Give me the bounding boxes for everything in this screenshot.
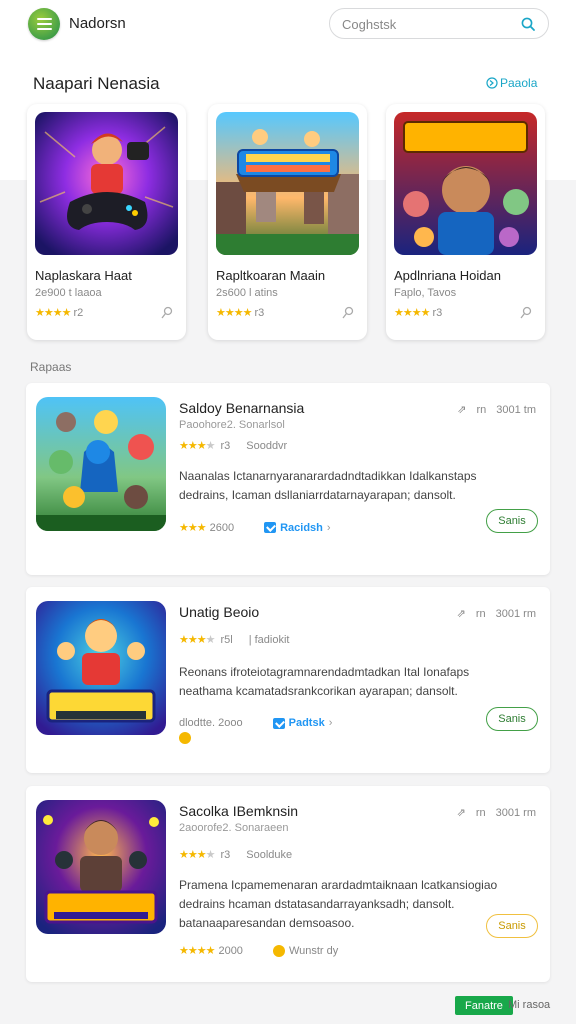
featured-title-text: Rapltkoaran Maain	[216, 268, 326, 283]
item-tag: Sooddvr	[246, 439, 288, 452]
item-subtitle: 2aoorofe2. Sonaraeen	[179, 822, 289, 834]
item-description: Reonans ifroteiotagramnarendadmtadkan It…	[179, 665, 470, 698]
list-item[interactable]: Saldoy Benarnansia Paoohore2. Sonarlsol …	[26, 383, 550, 575]
search-input[interactable]: Coghstsk	[329, 8, 549, 39]
game-thumbnail	[35, 112, 178, 255]
star-rating-icon: ★★★★	[216, 307, 252, 319]
item-title: Sacolka IBemknsin	[179, 803, 299, 819]
pin-icon: ⇗	[456, 608, 466, 620]
game-thumbnail	[36, 800, 166, 934]
star-rating-icon: ★★★★	[179, 849, 215, 861]
featured-subtitle: 2s600 l atins	[216, 287, 278, 299]
verified-badge[interactable]: Padtsk ›	[272, 717, 333, 729]
star-rating-icon: ★★★★	[179, 440, 215, 452]
featured-subtitle: Faplo, Tavos	[394, 287, 457, 299]
meta-left: rn	[476, 403, 487, 416]
footer-value: dlodtte. 2ooo	[179, 717, 243, 729]
star-rating-icon: ★★★★	[179, 945, 215, 957]
section-label: Rapaas	[30, 360, 72, 374]
menu-logo-icon[interactable]	[28, 8, 60, 40]
meta-right: 3001 tm	[496, 403, 536, 416]
share-icon[interactable]	[341, 306, 355, 320]
footer-text: Mi rasoa	[508, 999, 551, 1011]
game-thumbnail	[216, 112, 359, 255]
rating-value: r3	[432, 306, 443, 319]
featured-title-text: Apdlnriana Hoidan	[394, 268, 501, 283]
item-tag: Soolduke	[246, 848, 293, 861]
rating-value: r3	[220, 848, 231, 861]
coin-icon	[272, 944, 285, 957]
featured-subtitle: 2e900 t laaoa	[35, 287, 102, 299]
featured-card[interactable]: Naplaskara Haat 2e900 t laaoa ★★★★ r2	[27, 104, 186, 340]
star-rating-icon: ★★★★	[394, 307, 430, 319]
search-icon[interactable]	[520, 16, 536, 32]
game-thumbnail	[36, 601, 166, 735]
arrow-circle-icon	[486, 77, 498, 89]
pin-icon: ⇗	[456, 807, 466, 819]
star-rating-icon: ★★★	[179, 522, 207, 534]
meta-left: rn	[475, 607, 486, 620]
rating-value: r3	[220, 439, 231, 452]
item-rating-row: ★★★★ r5l | fadiokit	[179, 633, 290, 647]
featured-title-text: Naplaskara Haat	[35, 268, 132, 283]
game-thumbnail	[394, 112, 537, 255]
item-tag: | fadiokit	[248, 633, 290, 646]
footer-value: 2000	[218, 944, 243, 957]
chevron-icon: ›	[328, 717, 333, 729]
item-action-button[interactable]: Sanis	[486, 914, 538, 938]
rating: ★★★★ r2	[35, 306, 84, 320]
badge-label: Wunstr dy	[288, 944, 339, 957]
footer-tag[interactable]: Fanatre	[455, 996, 513, 1015]
item-action-button[interactable]: Sanis	[486, 707, 538, 731]
top-bar: Nadorsn Coghstsk	[0, 0, 576, 52]
featured-title: Naapari Nenasia	[33, 74, 160, 93]
share-icon[interactable]	[160, 306, 174, 320]
list-item[interactable]: Unatig Beoio ★★★★ r5l | fadiokit ⇗ rn 30…	[26, 587, 550, 773]
search-placeholder: Coghstsk	[342, 17, 397, 32]
list-item[interactable]: Sacolka IBemknsin 2aoorofe2. Sonaraeen ★…	[26, 786, 550, 982]
chevron-icon: ›	[326, 521, 331, 534]
item-footer: dlodtte. 2ooo Padtsk ›	[179, 717, 332, 729]
item-meta: ⇗ rn 3001 tm	[457, 403, 536, 417]
badge-label: Padtsk	[288, 717, 325, 729]
see-all-link[interactable]: Paaola	[486, 76, 537, 90]
app-brand: Nadorsn	[69, 15, 126, 32]
rating-value: r5l	[220, 633, 233, 646]
rating: ★★★★ r3	[394, 306, 443, 320]
item-footer: ★★★ 2600 Racidsh ›	[179, 521, 331, 535]
featured-card[interactable]: Rapltkoaran Maain 2s600 l atins ★★★★ r3	[208, 104, 367, 340]
rating-value: r3	[254, 306, 265, 319]
coin-badge[interactable]: Wunstr dy	[272, 944, 339, 957]
item-subtitle: Paoohore2. Sonarlsol	[179, 419, 285, 431]
verified-badge[interactable]: Racidsh ›	[264, 521, 331, 534]
see-all-label: Paaola	[500, 76, 538, 90]
item-rating-row: ★★★★ r3 Sooddvr	[179, 439, 288, 453]
item-footer: ★★★★ 2000 Wunstr dy	[179, 944, 338, 957]
game-thumbnail	[36, 397, 166, 531]
meta-right: 3001 rm	[495, 806, 536, 819]
coin-icon	[179, 732, 191, 744]
badge-label: Racidsh	[280, 521, 323, 534]
pin-icon: ⇗	[457, 404, 467, 416]
check-icon	[264, 522, 277, 533]
item-rating-row: ★★★★ r3 Soolduke	[179, 848, 293, 862]
rating: ★★★★ r3	[216, 306, 265, 320]
star-rating-icon: ★★★★	[179, 634, 215, 646]
item-title: Unatig Beoio	[179, 604, 260, 620]
item-meta: ⇗ rn 3001 rm	[456, 607, 536, 621]
star-rating-icon: ★★★★	[35, 307, 71, 319]
featured-card[interactable]: Apdlnriana Hoidan Faplo, Tavos ★★★★ r3	[386, 104, 545, 340]
check-icon	[272, 717, 285, 729]
item-meta: ⇗ rn 3001 rm	[456, 806, 536, 820]
share-icon[interactable]	[519, 306, 533, 320]
meta-right: 3001 rm	[495, 607, 536, 620]
item-title: Saldoy Benarnansia	[179, 400, 305, 416]
item-action-button[interactable]: Sanis	[486, 509, 538, 533]
item-description: Pramena Icpamemenaran arardadmtaiknaan l…	[179, 878, 498, 930]
item-description: Naanalas Ictanarnyaranarardadndtadikkan …	[179, 469, 477, 502]
meta-left: rn	[475, 806, 486, 819]
footer-value: 2600	[209, 521, 235, 534]
rating-value: r2	[73, 306, 84, 319]
